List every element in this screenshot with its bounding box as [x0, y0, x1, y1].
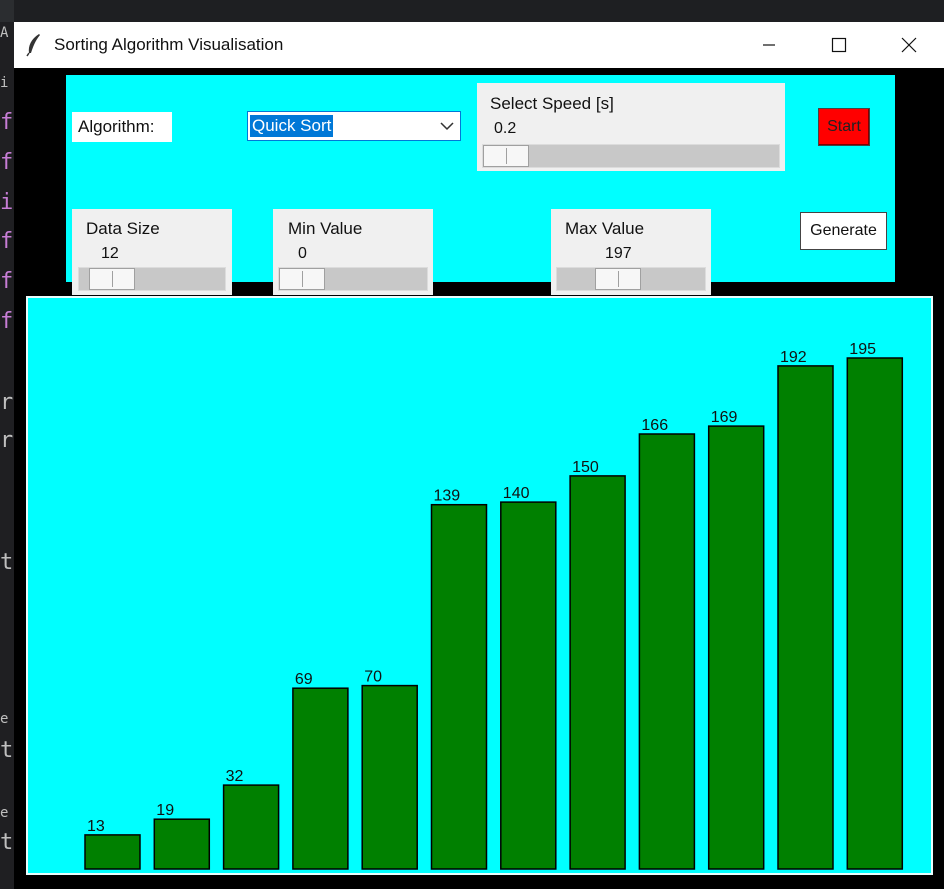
speed-slider-thumb[interactable]	[483, 145, 529, 167]
bar-value-label: 69	[295, 671, 313, 688]
bar-value-label: 150	[572, 459, 599, 476]
bar-value-label: 19	[156, 802, 174, 819]
speed-value: 0.2	[494, 120, 517, 137]
algorithm-label: Algorithm:	[72, 112, 172, 142]
algorithm-select[interactable]: Quick Sort	[247, 111, 461, 141]
data-size-slider[interactable]	[78, 267, 226, 291]
data-size-scale: Data Size 12	[72, 209, 232, 295]
bar-value-label: 32	[226, 768, 244, 785]
data-size-slider-thumb[interactable]	[89, 268, 135, 290]
speed-label: Select Speed [s]	[490, 94, 614, 113]
bar	[846, 357, 904, 870]
bar	[222, 784, 280, 870]
speed-slider[interactable]	[482, 144, 780, 168]
data-size-value: 12	[101, 245, 119, 262]
bar	[430, 503, 488, 870]
bar	[153, 818, 211, 870]
max-value-slider-thumb[interactable]	[595, 268, 641, 290]
window-title: Sorting Algorithm Visualisation	[54, 35, 284, 54]
min-value-scale: Min Value 0	[273, 209, 433, 295]
feather-icon	[14, 22, 54, 68]
close-button[interactable]	[874, 22, 944, 68]
bar	[500, 501, 557, 870]
bar-value-label: 169	[711, 409, 738, 426]
bar-value-label: 166	[641, 417, 668, 434]
min-value-label: Min Value	[288, 219, 363, 238]
min-value-slider-thumb[interactable]	[279, 268, 325, 290]
min-value-slider[interactable]	[278, 267, 428, 291]
control-panel: Algorithm: Quick Sort Select Speed [s] 0…	[66, 75, 895, 329]
bar	[638, 433, 696, 870]
speed-scale: Select Speed [s] 0.2	[477, 83, 785, 171]
bar-value-label: 195	[849, 341, 876, 358]
max-value-slider[interactable]	[556, 267, 706, 291]
bar	[292, 687, 349, 870]
max-value-scale: Max Value 197	[551, 209, 711, 295]
bar-chart-canvas: 13 19 32 69 70 139 140 150 166 169 192 195	[26, 296, 933, 875]
maximize-button[interactable]	[804, 22, 874, 68]
start-button[interactable]: Start	[818, 108, 870, 146]
chevron-down-icon	[440, 122, 454, 131]
bar	[707, 425, 765, 870]
bar	[84, 834, 141, 870]
max-value-value: 197	[605, 245, 632, 262]
bar-value-label: 140	[503, 485, 530, 502]
bar-value-label: 192	[780, 349, 807, 366]
max-value-label: Max Value	[565, 219, 645, 238]
minimize-button[interactable]	[734, 22, 804, 68]
bar-value-label: 139	[434, 488, 461, 505]
generate-button[interactable]: Generate	[800, 212, 887, 250]
maximize-icon	[831, 37, 847, 53]
algorithm-selected-value: Quick Sort	[250, 115, 334, 137]
bar	[569, 475, 626, 870]
title-bar: Sorting Algorithm Visualisation	[14, 22, 944, 68]
bar-chart: 13 19 32 69 70 139 140 150 166 169 192 195	[84, 341, 904, 870]
background-editor: A i f f i f f f r r t e t e t	[0, 0, 14, 889]
bar	[777, 365, 834, 870]
close-icon	[901, 37, 917, 53]
bar-value-label: 13	[87, 818, 105, 835]
minimize-icon	[763, 44, 775, 46]
bar-value-label: 70	[364, 669, 382, 686]
data-size-label: Data Size	[86, 219, 160, 238]
app-window: Sorting Algorithm Visualisation Algorith…	[14, 22, 944, 889]
bar	[361, 684, 418, 870]
min-value-value: 0	[298, 245, 307, 262]
